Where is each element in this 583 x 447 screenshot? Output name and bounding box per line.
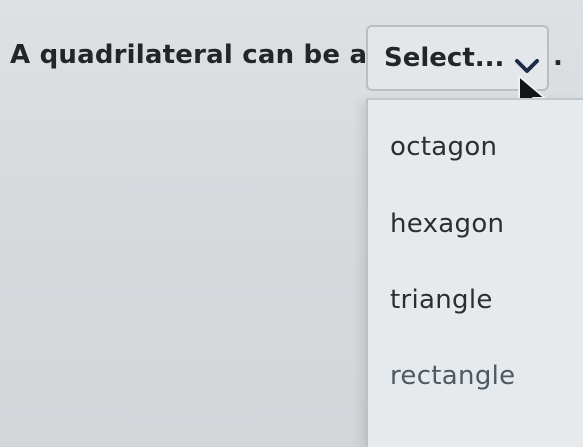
- option-octagon[interactable]: octagon: [390, 122, 580, 172]
- option-rectangle[interactable]: rectangle: [390, 351, 580, 401]
- option-hexagon[interactable]: hexagon: [390, 199, 580, 249]
- sentence-period: .: [553, 42, 563, 72]
- option-triangle[interactable]: triangle: [390, 275, 580, 325]
- question-page: A quadrilateral can be a Select... . oct…: [0, 0, 583, 447]
- select-placeholder: Select...: [384, 43, 505, 73]
- chevron-down-icon[interactable]: [514, 57, 540, 75]
- question-prompt: A quadrilateral can be a: [10, 40, 368, 70]
- select-options-list: octagon hexagon triangle rectangle: [366, 98, 583, 447]
